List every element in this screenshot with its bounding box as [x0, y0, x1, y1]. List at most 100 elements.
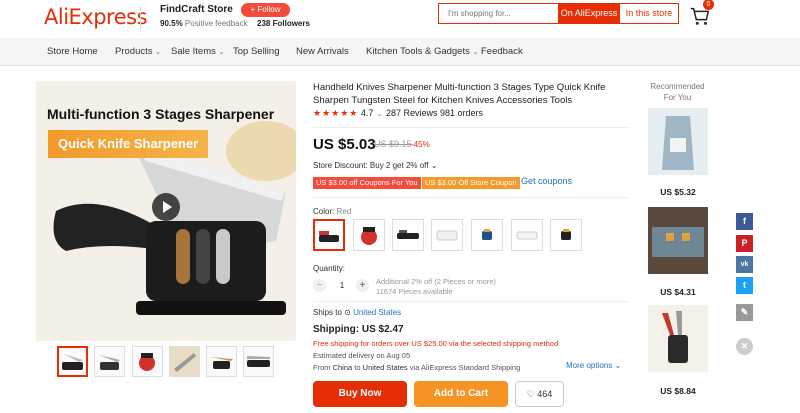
reviews-link[interactable]: 287 Reviews [386, 108, 438, 118]
play-icon [163, 201, 172, 213]
recommended-item-1-price[interactable]: US $5.32 [648, 187, 708, 197]
quantity-label: Quantity: [313, 264, 346, 273]
search-input[interactable] [439, 4, 557, 23]
location-pin-icon: ⊙ [344, 308, 351, 317]
color-swatch-3[interactable] [392, 219, 424, 251]
search-store-button[interactable]: In this store [620, 4, 678, 23]
quantity-value[interactable]: 1 [335, 279, 349, 292]
quantity-increase-button[interactable]: + [356, 279, 369, 292]
nav-products[interactable]: Products ⌄ [115, 46, 161, 57]
recommended-item-3-price[interactable]: US $8.84 [648, 386, 708, 396]
chevron-down-icon: ⌄ [472, 49, 479, 56]
nav-sale-items[interactable]: Sale Items ⌄ [171, 46, 224, 57]
thumbnail-1[interactable] [57, 346, 88, 377]
original-price: US $9.15 [374, 139, 412, 149]
recommended-item-2-price[interactable]: US $4.31 [648, 287, 708, 297]
route-to: to [354, 363, 361, 372]
add-to-cart-button[interactable]: Add to Cart [414, 381, 508, 407]
store-coupon[interactable]: US $3.00 Off Store Coupon [422, 177, 520, 189]
get-coupons-link[interactable]: Get coupons [521, 176, 572, 186]
thumbnail-image [139, 353, 155, 371]
color-label: Color: Red [313, 207, 351, 216]
thumbnail-5[interactable] [206, 346, 237, 377]
thumbnail-image [247, 356, 270, 367]
color-label-text: Color: [313, 207, 335, 216]
free-shipping-note: Free shipping for orders over US $25.00 … [313, 339, 559, 348]
store-nav: Store Home Products ⌄ Sale Items ⌄ Top S… [0, 38, 800, 66]
ships-to-country[interactable]: United States [353, 308, 401, 317]
swatch-image [482, 229, 492, 240]
nav-kitchen-tools[interactable]: Kitchen Tools & Gadgets ⌄ [366, 46, 478, 57]
recommended-title: Recommended For You [650, 82, 705, 102]
swatch-image [561, 229, 571, 240]
color-swatch-1[interactable] [313, 219, 345, 251]
thumbnail-2[interactable] [94, 346, 125, 377]
thumbnail-3[interactable] [132, 346, 163, 377]
swatch-image [361, 227, 377, 245]
header-divider [140, 6, 141, 30]
estimated-delivery: Estimated delivery on Aug 05 [313, 351, 411, 360]
color-swatch-4[interactable] [431, 219, 463, 251]
aliexpress-logo[interactable]: AliExpress [44, 5, 148, 29]
recommended-item-3-image[interactable] [648, 305, 708, 372]
route-origin: China [332, 363, 353, 372]
recommended-item-1-image[interactable] [648, 108, 708, 175]
vk-icon[interactable]: vk [736, 256, 753, 273]
facebook-icon[interactable]: f [736, 213, 753, 230]
coupon-for-you[interactable]: US $3.00 off Coupons For You [313, 177, 421, 189]
color-swatch-2[interactable] [353, 219, 385, 251]
cart-count-badge: 0 [703, 0, 714, 10]
ships-to: Ships to ⊙ United States [313, 308, 401, 317]
image-headline: Multi-function 3 Stages Sharpener [47, 106, 275, 122]
swatch-image [436, 230, 458, 241]
followers-number: 238 [257, 19, 271, 28]
nav-kitchen-tools-label: Kitchen Tools & Gadgets [366, 46, 470, 57]
recommended-item-2-image[interactable] [648, 207, 708, 274]
edit-icon[interactable]: ✎ [736, 304, 753, 321]
orders-count: 981 orders [440, 108, 484, 118]
twitter-icon[interactable]: t [736, 277, 753, 294]
current-price: US $5.03 [313, 136, 376, 153]
route-method: via AliExpress Standard Shipping [409, 363, 521, 372]
followers-count: 238 Followers [257, 19, 310, 28]
close-icon[interactable]: ✕ [736, 338, 753, 355]
more-options-link[interactable]: More options ⌄ [566, 361, 621, 370]
feedback-label: Positive feedback [184, 19, 248, 28]
discount-badge: -45% [411, 140, 430, 149]
color-swatch-5[interactable] [471, 219, 503, 251]
nav-store-home[interactable]: Store Home [47, 46, 98, 57]
follow-button[interactable]: + Follow [241, 3, 290, 17]
followers-label: Followers [272, 19, 310, 28]
buy-now-button[interactable]: Buy Now [313, 381, 407, 407]
wishlist-button[interactable]: ♡ 464 [515, 381, 564, 407]
divider [313, 197, 629, 198]
color-swatch-6[interactable] [511, 219, 543, 251]
shipping-route: From China to United States via AliExpre… [313, 363, 520, 372]
quantity-decrease-button[interactable]: − [313, 279, 326, 292]
pinterest-icon[interactable]: P [736, 235, 753, 252]
product-title: Handheld Knives Sharpener Multi-function… [313, 82, 606, 106]
chevron-down-icon: ⌄ [430, 161, 438, 170]
chevron-down-icon: ⌄ [218, 49, 225, 56]
quantity-note: Additional 2% off (2 Pieces or more) 116… [376, 277, 496, 297]
store-discount[interactable]: Store Discount: Buy 2 get 2% off ⌄ [313, 161, 437, 170]
play-video-button[interactable] [152, 193, 180, 221]
heart-icon: ♡ [526, 389, 535, 399]
rating-stars: ★★★★★ [313, 108, 359, 118]
nav-top-selling[interactable]: Top Selling [233, 46, 279, 57]
thumbnail-4[interactable] [169, 346, 200, 377]
rating-value: 4.7 [360, 108, 374, 118]
color-swatch-7[interactable] [550, 219, 582, 251]
store-name[interactable]: FindCraft Store [160, 4, 233, 15]
search-aliexpress-button[interactable]: On AliExpress [558, 4, 620, 23]
nav-new-arrivals[interactable]: New Arrivals [296, 46, 349, 57]
chevron-down-icon: ⌄ [155, 49, 162, 56]
thumbnail-6[interactable] [243, 346, 274, 377]
main-product-image[interactable]: Multi-function 3 Stages Sharpener Quick … [36, 81, 296, 341]
nav-products-label: Products [115, 46, 153, 57]
nav-feedback[interactable]: Feedback [481, 46, 523, 57]
swatch-image [516, 231, 538, 240]
wishlist-count: 464 [537, 389, 553, 399]
thumbnail-image [99, 355, 120, 370]
quantity-discount-note: Additional 2% off (2 Pieces or more) [376, 277, 496, 286]
